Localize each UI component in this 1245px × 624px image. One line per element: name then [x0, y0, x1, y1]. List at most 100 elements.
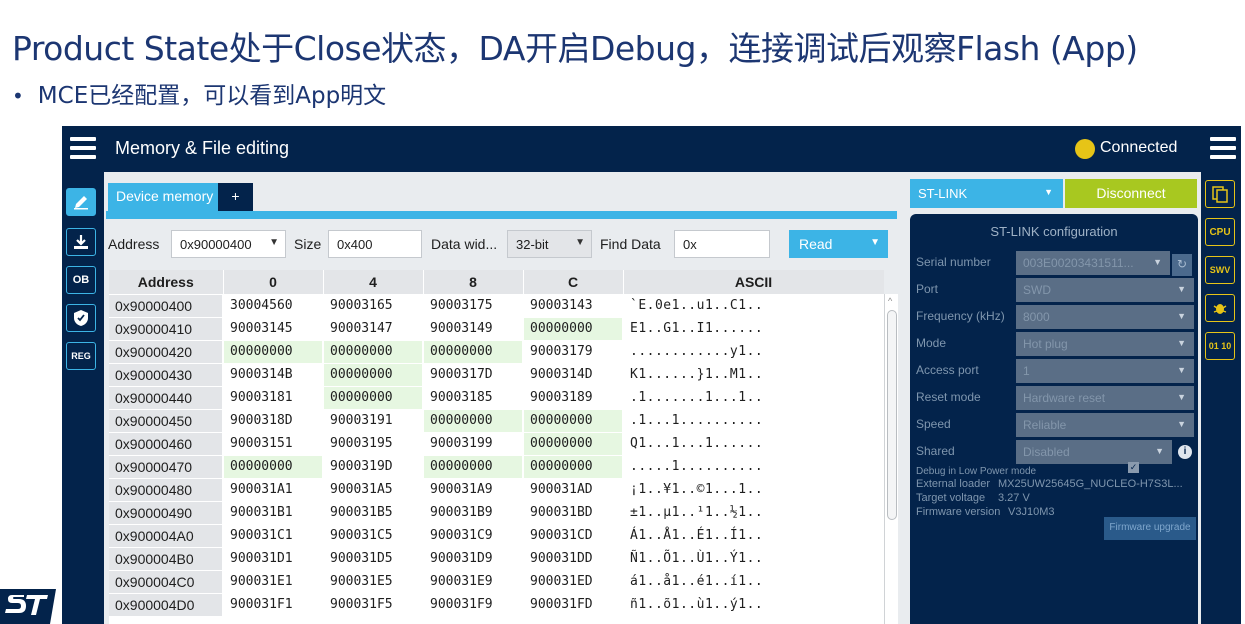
data-cell[interactable]: 900031E5 — [323, 570, 424, 594]
address-cell[interactable]: 0x90000430 — [109, 363, 224, 387]
ascii-cell[interactable]: ............y1.. — [623, 340, 884, 364]
data-cell[interactable]: 90003189 — [523, 386, 624, 410]
data-cell[interactable]: 90003191 — [323, 409, 424, 433]
data-cell[interactable]: 900031B9 — [423, 501, 524, 525]
address-cell[interactable]: 0x90000480 — [109, 478, 224, 502]
chevron-down-icon[interactable]: ▼ — [1177, 311, 1186, 321]
data-cell[interactable]: 900031E1 — [223, 570, 324, 594]
data-cell[interactable]: 00000000 — [523, 409, 624, 433]
data-cell[interactable]: 00000000 — [423, 340, 524, 364]
security-shield-icon[interactable] — [66, 304, 96, 332]
probe-dropdown-icon[interactable]: ▼ — [1044, 187, 1053, 197]
firmware-upgrade-button[interactable]: Firmware upgrade — [1104, 517, 1196, 540]
table-row[interactable]: 0x90000420 00000000 00000000 00000000 900031… — [109, 340, 884, 364]
table-row[interactable]: 0x90000450 9000318D 90003191 00000000 000000… — [109, 409, 884, 433]
data-cell[interactable]: 900031B1 — [223, 501, 324, 525]
data-cell[interactable]: 90003185 — [423, 386, 524, 410]
table-row[interactable]: 0x90000400 30004560 90003165 90003175 900031… — [109, 294, 884, 318]
ascii-cell[interactable]: á1..å1..é1..í1.. — [623, 570, 884, 594]
low-power-checkbox[interactable]: ✓ — [1128, 462, 1139, 473]
config-select[interactable]: Reliable ▼ — [1016, 413, 1194, 437]
data-cell[interactable]: 00000000 — [223, 340, 324, 364]
data-cell[interactable]: 900031A5 — [323, 478, 424, 502]
data-cell[interactable]: 9000314D — [523, 363, 624, 387]
bug-icon[interactable] — [1205, 294, 1235, 322]
address-cell[interactable]: 0x90000420 — [109, 340, 224, 364]
read-button[interactable]: Read ▼ — [789, 230, 888, 258]
table-row[interactable]: 0x90000470 00000000 9000319D 00000000 000000… — [109, 455, 884, 479]
data-cell[interactable]: 900031F1 — [223, 593, 324, 617]
data-width-select[interactable]: 32-bit ▼ — [507, 230, 592, 258]
data-cell[interactable]: 900031FD — [523, 593, 624, 617]
probe-select[interactable]: ST-LINK ▼ — [910, 179, 1063, 208]
chevron-down-icon[interactable]: ▼ — [1153, 257, 1162, 267]
data-cell[interactable]: 9000318D — [223, 409, 324, 433]
ascii-cell[interactable]: Á1..Å1..É1..Í1.. — [623, 524, 884, 548]
config-select[interactable]: Disabled ▼ — [1016, 440, 1172, 464]
info-icon[interactable]: i — [1178, 445, 1192, 459]
address-cell[interactable]: 0x900004A0 — [109, 524, 224, 548]
address-cell[interactable]: 0x90000410 — [109, 317, 224, 341]
chevron-down-icon[interactable]: ▼ — [1177, 419, 1186, 429]
data-cell[interactable]: 00000000 — [223, 455, 324, 479]
data-cell[interactable]: 900031F9 — [423, 593, 524, 617]
data-cell[interactable]: 90003175 — [423, 294, 524, 318]
data-width-dropdown-icon[interactable]: ▼ — [575, 237, 585, 248]
data-cell[interactable]: 900031D5 — [323, 547, 424, 571]
data-cell[interactable]: 90003165 — [323, 294, 424, 318]
tab-device-memory[interactable]: Device memory — [108, 183, 222, 211]
data-cell[interactable]: 90003181 — [223, 386, 324, 410]
ascii-cell[interactable]: Q1...1...1...... — [623, 432, 884, 456]
data-cell[interactable]: 00000000 — [323, 340, 424, 364]
data-cell[interactable]: 9000319D — [323, 455, 424, 479]
data-cell[interactable]: 00000000 — [523, 432, 624, 456]
data-cell[interactable]: 900031AD — [523, 478, 624, 502]
ascii-cell[interactable]: ±1..µ1..¹1..½1.. — [623, 501, 884, 525]
data-cell[interactable]: 900031C9 — [423, 524, 524, 548]
data-cell[interactable]: 900031A1 — [223, 478, 324, 502]
find-data-input[interactable]: 0x — [674, 230, 770, 258]
data-cell[interactable]: 900031E9 — [423, 570, 524, 594]
data-cell[interactable]: 00000000 — [423, 455, 524, 479]
data-cell[interactable]: 90003147 — [323, 317, 424, 341]
address-dropdown-icon[interactable]: ▼ — [269, 237, 279, 248]
disconnect-button[interactable]: Disconnect — [1065, 179, 1197, 208]
config-select[interactable]: 8000 ▼ — [1016, 305, 1194, 329]
address-cell[interactable]: 0x900004C0 — [109, 570, 224, 594]
data-cell[interactable]: 900031D9 — [423, 547, 524, 571]
option-bytes-icon[interactable]: OB — [66, 266, 96, 294]
address-cell[interactable]: 0x90000400 — [109, 294, 224, 318]
data-cell[interactable]: 900031CD — [523, 524, 624, 548]
data-cell[interactable]: 00000000 — [423, 409, 524, 433]
config-select[interactable]: Hot plug ▼ — [1016, 332, 1194, 356]
copy-icon[interactable] — [1205, 180, 1235, 208]
data-cell[interactable]: 90003143 — [523, 294, 624, 318]
data-cell[interactable]: 900031BD — [523, 501, 624, 525]
address-cell[interactable]: 0x900004D0 — [109, 593, 224, 617]
chevron-down-icon[interactable]: ▼ — [1155, 446, 1164, 456]
address-cell[interactable]: 0x90000460 — [109, 432, 224, 456]
swv-icon[interactable]: SWV — [1205, 256, 1235, 284]
table-row[interactable]: 0x900004D0 900031F1 900031F5 900031F9 900031… — [109, 593, 884, 617]
data-cell[interactable]: 900031DD — [523, 547, 624, 571]
address-cell[interactable]: 0x90000490 — [109, 501, 224, 525]
data-cell[interactable]: 90003195 — [323, 432, 424, 456]
right-menu-icon[interactable] — [1210, 137, 1236, 159]
cpu-icon[interactable]: CPU — [1205, 218, 1235, 246]
table-row[interactable]: 0x900004C0 900031E1 900031E5 900031E9 900031… — [109, 570, 884, 594]
scroll-up-icon[interactable]: ^ — [888, 296, 892, 306]
address-cell[interactable]: 0x90000470 — [109, 455, 224, 479]
table-row[interactable]: 0x90000410 90003145 90003147 90003149 000000… — [109, 317, 884, 341]
ascii-cell[interactable]: .1.......1...1.. — [623, 386, 884, 410]
scroll-thumb[interactable] — [887, 310, 897, 520]
config-select[interactable]: SWD ▼ — [1016, 278, 1194, 302]
ascii-cell[interactable]: E1..G1..I1...... — [623, 317, 884, 341]
ascii-cell[interactable]: `E.0e1..u1..C1.. — [623, 294, 884, 318]
binary-icon[interactable]: 01 10 — [1205, 332, 1235, 360]
data-cell[interactable]: 00000000 — [523, 317, 624, 341]
table-row[interactable]: 0x90000480 900031A1 900031A5 900031A9 900031… — [109, 478, 884, 502]
data-cell[interactable]: 9000314B — [223, 363, 324, 387]
table-row[interactable]: 0x900004A0 900031C1 900031C5 900031C9 900031… — [109, 524, 884, 548]
table-row[interactable]: 0x900004B0 900031D1 900031D5 900031D9 900031… — [109, 547, 884, 571]
download-icon[interactable] — [66, 228, 96, 256]
